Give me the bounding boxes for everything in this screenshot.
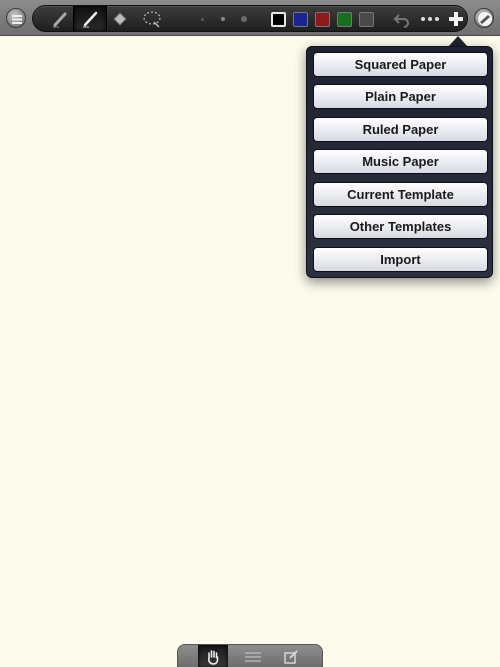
lines-mode-button[interactable] (238, 645, 268, 667)
settings-icon (12, 15, 22, 24)
add-button[interactable] (439, 6, 473, 31)
color-swatch-blue[interactable] (293, 12, 308, 27)
menu-item-plain-paper[interactable]: Plain Paper (313, 84, 488, 109)
eraser-icon (113, 12, 127, 25)
text-edit-mode-button[interactable] (276, 645, 306, 667)
color-swatch-gray[interactable] (359, 12, 374, 27)
text-edit-icon (284, 649, 298, 664)
pen-icon (83, 11, 98, 27)
highlighter-icon (53, 12, 67, 27)
more-icon (421, 16, 439, 21)
color-swatch-red[interactable] (315, 12, 330, 27)
menu-item-import[interactable]: Import (313, 247, 488, 272)
hand-icon (208, 649, 219, 665)
lines-icon (245, 652, 261, 661)
menu-item-squared-paper[interactable]: Squared Paper (313, 52, 488, 77)
color-swatch-black[interactable] (271, 12, 286, 27)
tool-palette (32, 5, 468, 32)
menu-item-current-template[interactable]: Current Template (313, 182, 488, 207)
stroke-size-large[interactable] (241, 16, 247, 22)
page-icon (478, 12, 492, 26)
pen-tool[interactable] (73, 6, 107, 31)
undo-icon (393, 13, 409, 28)
color-swatch-green[interactable] (337, 12, 352, 27)
hand-mode-button[interactable] (198, 645, 228, 667)
bottom-mode-bar (177, 644, 323, 667)
add-icon (449, 11, 463, 26)
add-page-menu: Squared Paper Plain Paper Ruled Paper Mu… (306, 46, 493, 278)
lasso-select-icon (143, 10, 161, 28)
menu-item-other-templates[interactable]: Other Templates (313, 214, 488, 239)
menu-item-music-paper[interactable]: Music Paper (313, 149, 488, 174)
lasso-select-tool[interactable] (135, 6, 169, 31)
eraser-tool[interactable] (103, 6, 137, 31)
settings-button[interactable] (6, 8, 26, 28)
stroke-size-small[interactable] (201, 18, 204, 21)
stroke-size-medium[interactable] (221, 17, 225, 21)
page-button[interactable] (474, 8, 494, 28)
highlighter-tool[interactable] (43, 6, 77, 31)
menu-item-ruled-paper[interactable]: Ruled Paper (313, 117, 488, 142)
top-toolbar (0, 0, 500, 36)
